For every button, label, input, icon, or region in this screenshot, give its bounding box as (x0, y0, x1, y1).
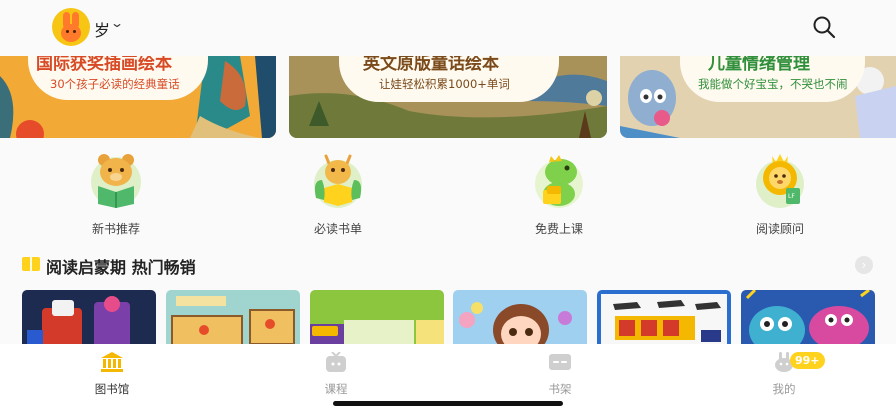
tv-icon (326, 351, 346, 372)
book-cover-art (22, 290, 156, 348)
age-selector-label[interactable]: 岁 (94, 17, 110, 41)
book-cover[interactable] (22, 290, 156, 348)
top-header: 岁 ⌄ (0, 0, 896, 56)
category-free-class[interactable]: 免费上课 (519, 150, 599, 237)
banner-title: 英文原版童话绘本 (363, 56, 499, 74)
category-label: 必读书单 (313, 222, 362, 236)
book-cover[interactable] (310, 290, 444, 348)
tab-label: 图书馆 (94, 382, 130, 396)
banner-title: 儿童情绪管理 (708, 56, 810, 74)
category-label: 阅读顾问 (755, 222, 804, 236)
book-cover[interactable] (597, 290, 731, 348)
tab-bookshelf[interactable]: 书架 (520, 352, 600, 397)
category-new-books[interactable]: 新书推荐 (76, 150, 156, 237)
book-cover[interactable] (453, 290, 587, 348)
tab-label: 我的 (772, 382, 796, 396)
deer-reading-icon (314, 154, 362, 208)
chevron-right-icon[interactable]: › (855, 256, 873, 274)
banner-subtitle: 我能做个好宝宝，不哭也不闹 (698, 77, 848, 91)
banner-title: 国际获奖插画绘本 (36, 56, 172, 74)
category-must-read-list[interactable]: 必读书单 (298, 150, 378, 237)
tab-label: 课程 (324, 382, 348, 396)
book-cover-art (453, 290, 587, 348)
category-reading-advisor[interactable]: LF 阅读顾问 (740, 150, 820, 237)
category-label: 新书推荐 (91, 222, 140, 236)
banner-emotion-management[interactable]: 儿童情绪管理 我能做个好宝宝，不哭也不闹 (620, 56, 896, 138)
tab-label: 书架 (548, 382, 572, 396)
bear-reading-icon (91, 154, 141, 208)
book-cover-art (310, 290, 444, 348)
dinosaur-icon (535, 155, 583, 208)
section-title: 阅读启蒙期 热门畅销 (46, 258, 196, 277)
bookshelf-icon (549, 354, 571, 370)
banner-subtitle: 30个孩子必读的经典童话 (50, 77, 180, 91)
bunny-avatar-icon[interactable] (52, 8, 90, 46)
notification-badge: 99+ (790, 352, 825, 369)
app-screen: 岁 ⌄ 国际获奖插画绘本 30个孩子必读的经典童话 英文原版童话绘本 让娃轻松积… (0, 0, 896, 414)
tab-courses[interactable]: 课程 (296, 351, 376, 397)
category-label: 免费上课 (534, 222, 583, 236)
book-cover-art (166, 290, 300, 348)
home-indicator (333, 401, 563, 406)
banner-award-picture-books[interactable]: 国际获奖插画绘本 30个孩子必读的经典童话 (0, 56, 276, 138)
svg-text:LF: LF (788, 193, 795, 200)
banner-subtitle: 让娃轻松积累1000+单词 (379, 77, 510, 91)
tab-library[interactable]: 图书馆 (72, 352, 152, 397)
library-icon (101, 352, 123, 372)
book-cover-art (741, 290, 875, 348)
lion-icon: LF (756, 154, 804, 208)
search-icon[interactable] (812, 15, 836, 39)
chevron-down-icon[interactable]: ⌄ (110, 16, 124, 30)
book-cover[interactable] (741, 290, 875, 348)
book-cover-art (597, 290, 731, 348)
banner-english-fairy-tales[interactable]: 英文原版童话绘本 让娃轻松积累1000+单词 (289, 56, 607, 138)
book-cover[interactable] (166, 290, 300, 348)
open-book-icon (22, 257, 40, 271)
